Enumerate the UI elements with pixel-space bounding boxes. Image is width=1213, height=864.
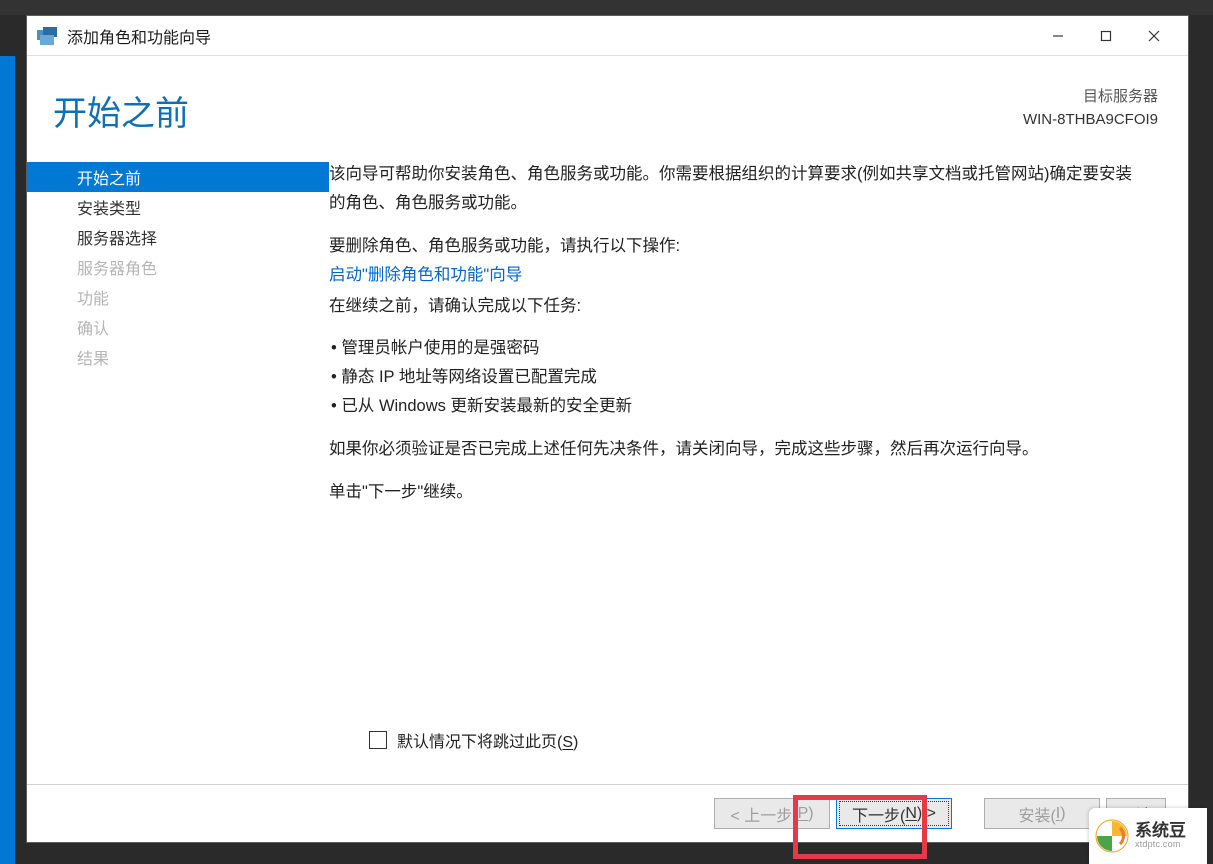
- skip-page-option[interactable]: 默认情况下将跳过此页(S): [369, 728, 578, 752]
- continue-text: 单击"下一步"继续。: [329, 478, 1148, 507]
- wizard-steps-sidebar: 开始之前 安装类型 服务器选择 服务器角色 功能 确认 结果: [27, 160, 329, 842]
- sidebar-item-label: 服务器角色: [77, 255, 157, 279]
- window-controls: [1034, 20, 1178, 52]
- titlebar: 添加角色和功能向导: [27, 16, 1188, 56]
- sidebar-item-label: 服务器选择: [77, 225, 157, 249]
- install-button: 安装(I): [984, 798, 1100, 829]
- wizard-window: 添加角色和功能向导 开始之前 目标服务器 WIN-8THBA9CFOI9 开始之…: [26, 15, 1189, 843]
- bullet-item: • 管理员帐户使用的是强密码: [329, 334, 1148, 363]
- sidebar-item-label: 结果: [77, 345, 109, 369]
- skip-checkbox[interactable]: [369, 731, 387, 749]
- window-title: 添加角色和功能向导: [67, 24, 1034, 48]
- target-name: WIN-8THBA9CFOI9: [1023, 109, 1158, 132]
- sidebar-item-label: 安装类型: [77, 195, 141, 219]
- sidebar-item-features: 功能: [27, 282, 329, 312]
- sidebar-item-label: 确认: [77, 315, 109, 339]
- sidebar-item-results: 结果: [27, 342, 329, 372]
- target-label: 目标服务器: [1023, 86, 1158, 109]
- watermark-title: 系统豆: [1135, 822, 1186, 841]
- prerequisites-list: • 管理员帐户使用的是强密码 • 静态 IP 地址等网络设置已配置完成 • 已从…: [329, 334, 1148, 421]
- watermark-icon: [1095, 819, 1129, 853]
- verify-text: 如果你必须验证是否已完成上述任何先决条件，请关闭向导，完成这些步骤，然后再次运行…: [329, 435, 1148, 464]
- sidebar-item-server-selection[interactable]: 服务器选择: [27, 222, 329, 252]
- watermark-url: xtdptc.com: [1135, 840, 1186, 850]
- skip-label: 默认情况下将跳过此页(S): [397, 728, 578, 752]
- page-title: 开始之前: [53, 86, 1023, 135]
- sidebar-item-label: 功能: [77, 285, 109, 309]
- wizard-footer: < 上一步(P) 下一步(N) > 安装(I) 取消: [27, 784, 1188, 842]
- sidebar-item-label: 开始之前: [77, 165, 141, 189]
- sidebar-item-installation-type[interactable]: 安装类型: [27, 192, 329, 222]
- bullet-item: • 静态 IP 地址等网络设置已配置完成: [329, 363, 1148, 392]
- server-manager-icon: [37, 27, 57, 45]
- target-server-info: 目标服务器 WIN-8THBA9CFOI9: [1023, 86, 1158, 131]
- remove-roles-link[interactable]: 启动"删除角色和功能"向导: [329, 261, 1148, 290]
- previous-button: < 上一步(P): [714, 798, 830, 829]
- sidebar-item-server-roles: 服务器角色: [27, 252, 329, 282]
- remove-instruction: 要删除角色、角色服务或功能，请执行以下操作:: [329, 232, 1148, 261]
- next-button[interactable]: 下一步(N) >: [836, 798, 952, 829]
- minimize-button[interactable]: [1034, 20, 1082, 52]
- watermark: 系统豆 xtdptc.com: [1089, 808, 1207, 864]
- intro-text: 该向导可帮助你安装角色、角色服务或功能。你需要根据组织的计算要求(例如共享文档或…: [329, 160, 1148, 218]
- sidebar-item-before-you-begin[interactable]: 开始之前: [27, 162, 329, 192]
- maximize-button[interactable]: [1082, 20, 1130, 52]
- confirm-instruction: 在继续之前，请确认完成以下任务:: [329, 292, 1148, 321]
- sidebar-item-confirmation: 确认: [27, 312, 329, 342]
- bullet-item: • 已从 Windows 更新安装最新的安全更新: [329, 392, 1148, 421]
- close-button[interactable]: [1130, 20, 1178, 52]
